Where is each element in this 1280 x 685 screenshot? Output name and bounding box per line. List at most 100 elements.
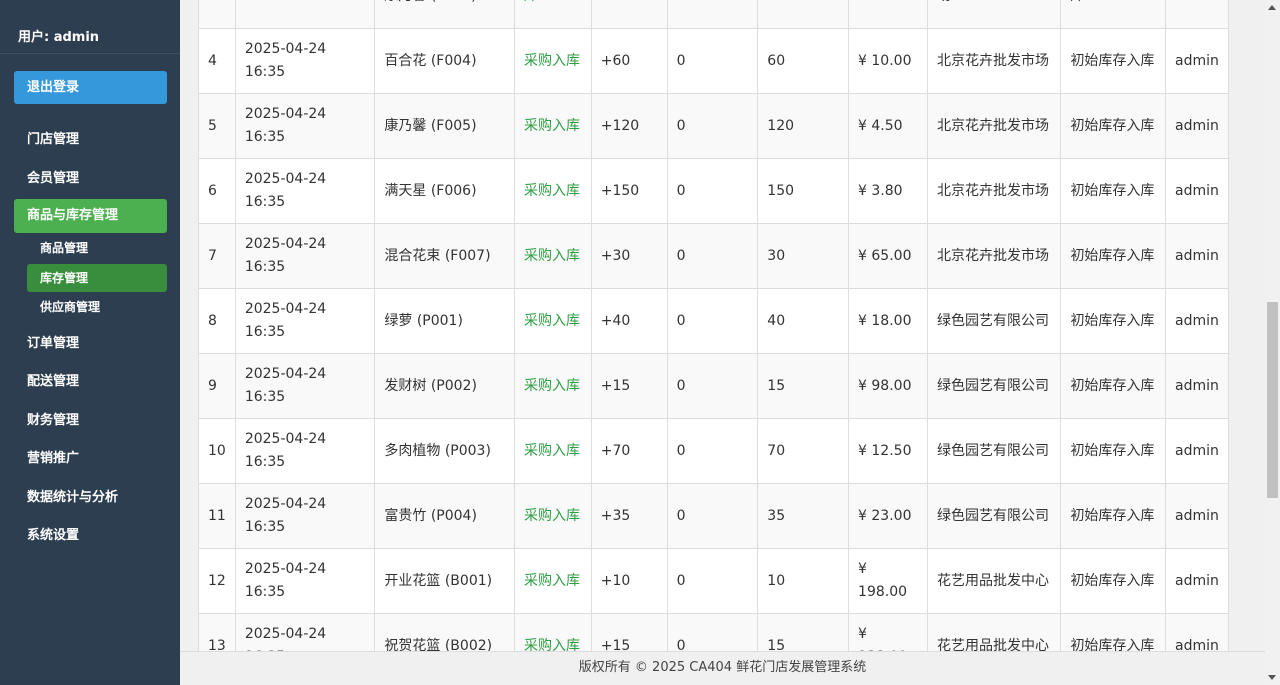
nav-store[interactable]: 门店管理 xyxy=(14,123,167,157)
logout-button[interactable]: 退出登录 xyxy=(14,71,167,104)
cell-price: ¥ 18.00 xyxy=(848,288,928,354)
cell-time: 2025-04-24 16:35 xyxy=(234,28,376,94)
cell-after: 35 xyxy=(757,483,850,549)
nav-sub-supplier[interactable]: 供应商管理 xyxy=(27,293,167,321)
cell-type: 采购入库 xyxy=(513,288,592,354)
inventory-log-table-wrap: 316:35康乃馨 (F003)库+50050¥ 7.50场库admin4202… xyxy=(198,0,1229,651)
cell-before: 0 xyxy=(666,158,759,224)
cell-product: 发财树 (P002) xyxy=(374,353,515,419)
cell-type: 采购入库 xyxy=(513,483,592,549)
cell-price: ¥ 7.50 xyxy=(848,0,928,29)
nav-member[interactable]: 会员管理 xyxy=(14,162,167,196)
sidebar: 用户: admin 退出登录 门店管理 会员管理 商品与库存管理 商品管理 库存… xyxy=(0,0,180,685)
cell-change: +30 xyxy=(590,223,668,289)
user-info: 用户: admin xyxy=(18,30,100,45)
cell-remark: 初始库存入库 xyxy=(1060,353,1167,419)
scroll-thumb[interactable] xyxy=(1267,302,1278,498)
nav-finance[interactable]: 财务管理 xyxy=(14,404,167,438)
cell-price: ¥ 198.00 xyxy=(848,548,928,614)
cell-time: 2025-04-24 16:35 xyxy=(234,93,376,159)
cell-operator: admin xyxy=(1165,483,1229,549)
cell-price: ¥ 65.00 xyxy=(848,223,928,289)
table-row: 9 2025-04-24 16:35 发财树 (P002) 采购入库 +15 0 15 ¥ 9… xyxy=(198,353,1229,419)
cell-product: 祝贺花篮 (B002) xyxy=(374,613,515,651)
cell-product: 满天星 (F006) xyxy=(374,158,515,224)
cell-change: +50 xyxy=(590,0,668,29)
cell-type: 采购入库 xyxy=(513,223,592,289)
cell-time: 2025-04-24 16:35 xyxy=(234,483,376,549)
cell-change: +70 xyxy=(590,418,668,484)
cell-before: 0 xyxy=(666,93,759,159)
cell-supplier: 场 xyxy=(926,0,1062,29)
cell-change: +15 xyxy=(590,613,668,651)
table-row: 11 2025-04-24 16:35 富贵竹 (P004) 采购入库 +35 0 35 ¥ … xyxy=(198,483,1229,549)
nav-settings[interactable]: 系统设置 xyxy=(14,519,167,553)
cell-operator: admin xyxy=(1165,158,1229,224)
cell-after: 60 xyxy=(757,28,850,94)
cell-supplier: 花艺用品批发中心 xyxy=(926,548,1062,614)
cell-after: 30 xyxy=(757,223,850,289)
nav-delivery[interactable]: 配送管理 xyxy=(14,365,167,399)
cell-before: 0 xyxy=(666,613,759,651)
cell-id: 8 xyxy=(198,288,236,354)
nav-order[interactable]: 订单管理 xyxy=(14,327,167,361)
cell-type: 库 xyxy=(513,0,592,29)
cell-change: +35 xyxy=(590,483,668,549)
table-row: 12 2025-04-24 16:35 开业花篮 (B001) 采购入库 +10 0 10 ¥… xyxy=(198,548,1229,614)
cell-supplier: 绿色园艺有限公司 xyxy=(926,483,1062,549)
cell-before: 0 xyxy=(666,353,759,419)
cell-time: 2025-04-24 16:35 xyxy=(234,223,376,289)
cell-id: 4 xyxy=(198,28,236,94)
table-row: 316:35康乃馨 (F003)库+50050¥ 7.50场库admin xyxy=(198,0,1229,29)
nav-sub-goods[interactable]: 商品管理 xyxy=(27,234,167,262)
cell-operator: admin xyxy=(1165,288,1229,354)
cell-remark: 初始库存入库 xyxy=(1060,28,1167,94)
cell-change: +15 xyxy=(590,353,668,419)
cell-price: ¥ 23.00 xyxy=(848,483,928,549)
cell-id: 3 xyxy=(198,0,236,29)
cell-operator: admin xyxy=(1165,418,1229,484)
cell-type: 采购入库 xyxy=(513,613,592,651)
cell-price: ¥ 10.00 xyxy=(848,28,928,94)
nav-goods-inventory[interactable]: 商品与库存管理 xyxy=(14,199,167,233)
cell-supplier: 花艺用品批发中心 xyxy=(926,613,1062,651)
cell-product: 康乃馨 (F003) xyxy=(374,0,515,29)
cell-time: 2025-04-24 16:35 xyxy=(234,548,376,614)
cell-product: 开业花篮 (B001) xyxy=(374,548,515,614)
cell-price: ¥ 4.50 xyxy=(848,93,928,159)
cell-product: 富贵竹 (P004) xyxy=(374,483,515,549)
cell-supplier: 北京花卉批发市场 xyxy=(926,223,1062,289)
cell-operator: admin xyxy=(1165,0,1229,29)
page-scrollbar[interactable] xyxy=(1265,0,1280,685)
cell-remark: 初始库存入库 xyxy=(1060,93,1167,159)
cell-remark: 初始库存入库 xyxy=(1060,418,1167,484)
cell-id: 10 xyxy=(198,418,236,484)
cell-operator: admin xyxy=(1165,28,1229,94)
cell-remark: 初始库存入库 xyxy=(1060,288,1167,354)
cell-product: 百合花 (F004) xyxy=(374,28,515,94)
cell-operator: admin xyxy=(1165,613,1229,651)
cell-before: 0 xyxy=(666,418,759,484)
cell-operator: admin xyxy=(1165,93,1229,159)
scroll-down-arrow-icon[interactable] xyxy=(1265,670,1280,685)
cell-id: 7 xyxy=(198,223,236,289)
table-row: 7 2025-04-24 16:35 混合花束 (F007) 采购入库 +30 0 30 ¥ … xyxy=(198,223,1229,289)
scroll-up-arrow-icon[interactable] xyxy=(1265,0,1280,15)
table-row: 8 2025-04-24 16:35 绿萝 (P001) 采购入库 +40 0 40 ¥ 18… xyxy=(198,288,1229,354)
nav-stats[interactable]: 数据统计与分析 xyxy=(14,481,167,515)
cell-remark: 初始库存入库 xyxy=(1060,548,1167,614)
cell-type: 采购入库 xyxy=(513,158,592,224)
cell-id: 11 xyxy=(198,483,236,549)
cell-before: 0 xyxy=(666,223,759,289)
cell-supplier: 绿色园艺有限公司 xyxy=(926,288,1062,354)
nav-sub-inventory[interactable]: 库存管理 xyxy=(27,264,167,292)
nav-marketing[interactable]: 营销推广 xyxy=(14,442,167,476)
cell-remark: 库 xyxy=(1060,0,1167,29)
cell-remark: 初始库存入库 xyxy=(1060,613,1167,651)
cell-time: 2025-04-24 16:35 xyxy=(234,418,376,484)
cell-id: 13 xyxy=(198,613,236,651)
cell-after: 40 xyxy=(757,288,850,354)
cell-remark: 初始库存入库 xyxy=(1060,158,1167,224)
cell-time: 2025-04-24 16:35 xyxy=(234,288,376,354)
cell-after: 15 xyxy=(757,353,850,419)
